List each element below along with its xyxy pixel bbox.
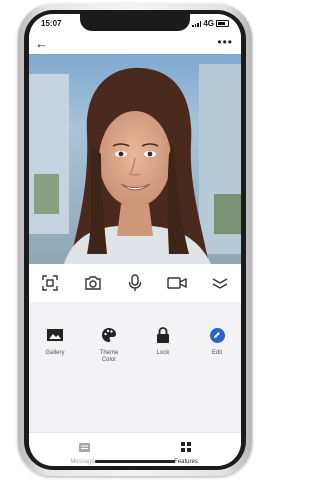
- home-indicator: [95, 460, 175, 463]
- feature-label: Lock: [156, 350, 170, 356]
- feature-label: Edit: [211, 350, 223, 356]
- status-indicators: 4G: [192, 19, 229, 28]
- microphone-icon[interactable]: [124, 272, 146, 294]
- feature-gallery[interactable]: Gallery: [33, 324, 77, 357]
- feature-label: Theme Color: [99, 350, 119, 363]
- palette-icon: [87, 324, 131, 346]
- grid-icon: [181, 442, 191, 452]
- collapse-chevron-icon[interactable]: [209, 272, 231, 294]
- feature-theme-color[interactable]: Theme Color: [87, 324, 131, 364]
- pencil-icon: [195, 324, 239, 346]
- feature-edit[interactable]: Edit: [195, 324, 239, 357]
- messages-icon: [78, 443, 90, 452]
- camera-icon[interactable]: [82, 272, 104, 294]
- portrait-photo: [29, 54, 241, 264]
- media-action-bar: [29, 264, 241, 302]
- arrow-left-icon[interactable]: ←: [35, 36, 48, 51]
- scan-face-icon[interactable]: [39, 272, 61, 294]
- notch: [80, 14, 190, 31]
- top-bar: ← •••: [29, 34, 241, 54]
- feature-label: Gallery: [45, 350, 65, 356]
- phone-screen: 15:07 4G ← ••• Gallery Theme Color Lock …: [29, 14, 241, 466]
- status-time: 15:07: [41, 19, 62, 28]
- gallery-icon: [33, 324, 77, 346]
- signal-icon: [192, 20, 202, 27]
- features-panel: Gallery Theme Color Lock Edit: [29, 302, 241, 430]
- feature-lock[interactable]: Lock: [141, 324, 185, 357]
- battery-icon: [216, 20, 229, 27]
- video-camera-icon[interactable]: [166, 272, 188, 294]
- lock-icon: [141, 324, 185, 346]
- more-dots-icon[interactable]: •••: [217, 35, 233, 49]
- network-type: 4G: [203, 19, 214, 28]
